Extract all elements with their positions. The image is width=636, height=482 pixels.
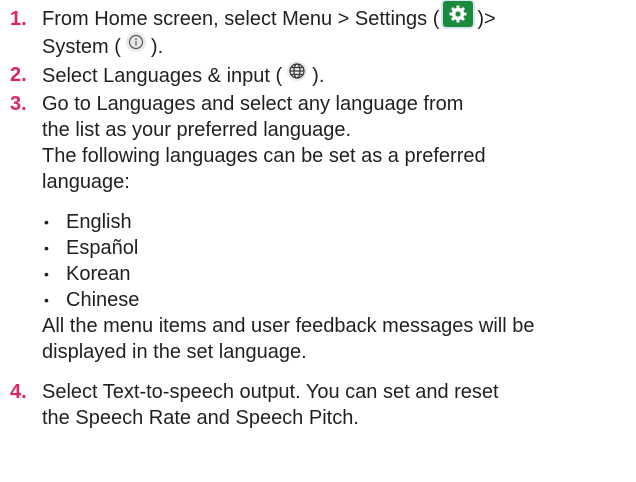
step-number: 2. — [10, 63, 27, 86]
step-number: 1. — [10, 8, 27, 30]
list-item: Chinese — [42, 287, 630, 313]
step-4: 4. Select Text-to-speech output. You can… — [10, 379, 630, 431]
step-3: 3. Go to Languages and select any langua… — [10, 91, 630, 365]
step-2: 2. Select Languages & input ( ). — [10, 60, 630, 91]
step-1-system-text: System ( — [42, 35, 121, 58]
step-1-line-1: From Home screen, select Menu > Settings… — [42, 0, 630, 33]
list-item: Español — [42, 235, 630, 261]
step-3-line-3: The following languages can be set as a … — [42, 144, 486, 167]
list-item: Korean — [42, 261, 630, 287]
step-3-note-line-2: displayed in the set language. — [42, 340, 307, 363]
step-4-line-1: Select Text-to-speech output. You can se… — [42, 380, 499, 403]
settings-gear-icon — [443, 0, 474, 27]
language-list: English Español Korean Chinese — [42, 209, 630, 313]
step-number: 3. — [10, 92, 27, 115]
globe-icon — [286, 60, 308, 89]
step-1-text-after: )> — [477, 8, 496, 30]
step-1: 1. From Home screen, select Menu > Setti… — [10, 0, 630, 62]
step-number: 4. — [10, 380, 27, 403]
info-icon — [125, 31, 147, 60]
step-2-line-1: Select Languages & input ( ). — [42, 60, 630, 91]
step-3-line-1: Go to Languages and select any language … — [42, 92, 464, 115]
step-1-text: From Home screen, select Menu > Settings… — [42, 8, 440, 30]
step-1-line-2: System ( ). — [42, 31, 630, 62]
list-item: English — [42, 209, 630, 235]
step-3-note-line-1: All the menu items and user feedback mes… — [42, 314, 535, 337]
step-1-system-text-after: ). — [150, 35, 164, 58]
step-2-text: Select Languages & input ( — [42, 64, 283, 87]
step-2-text-after: ). — [312, 64, 325, 87]
step-3-line-2: the list as your preferred language. — [42, 118, 352, 141]
instructions: 1. From Home screen, select Menu > Setti… — [10, 0, 630, 431]
step-3-line-4: language: — [42, 170, 130, 193]
step-4-line-2: the Speech Rate and Speech Pitch. — [42, 406, 359, 429]
